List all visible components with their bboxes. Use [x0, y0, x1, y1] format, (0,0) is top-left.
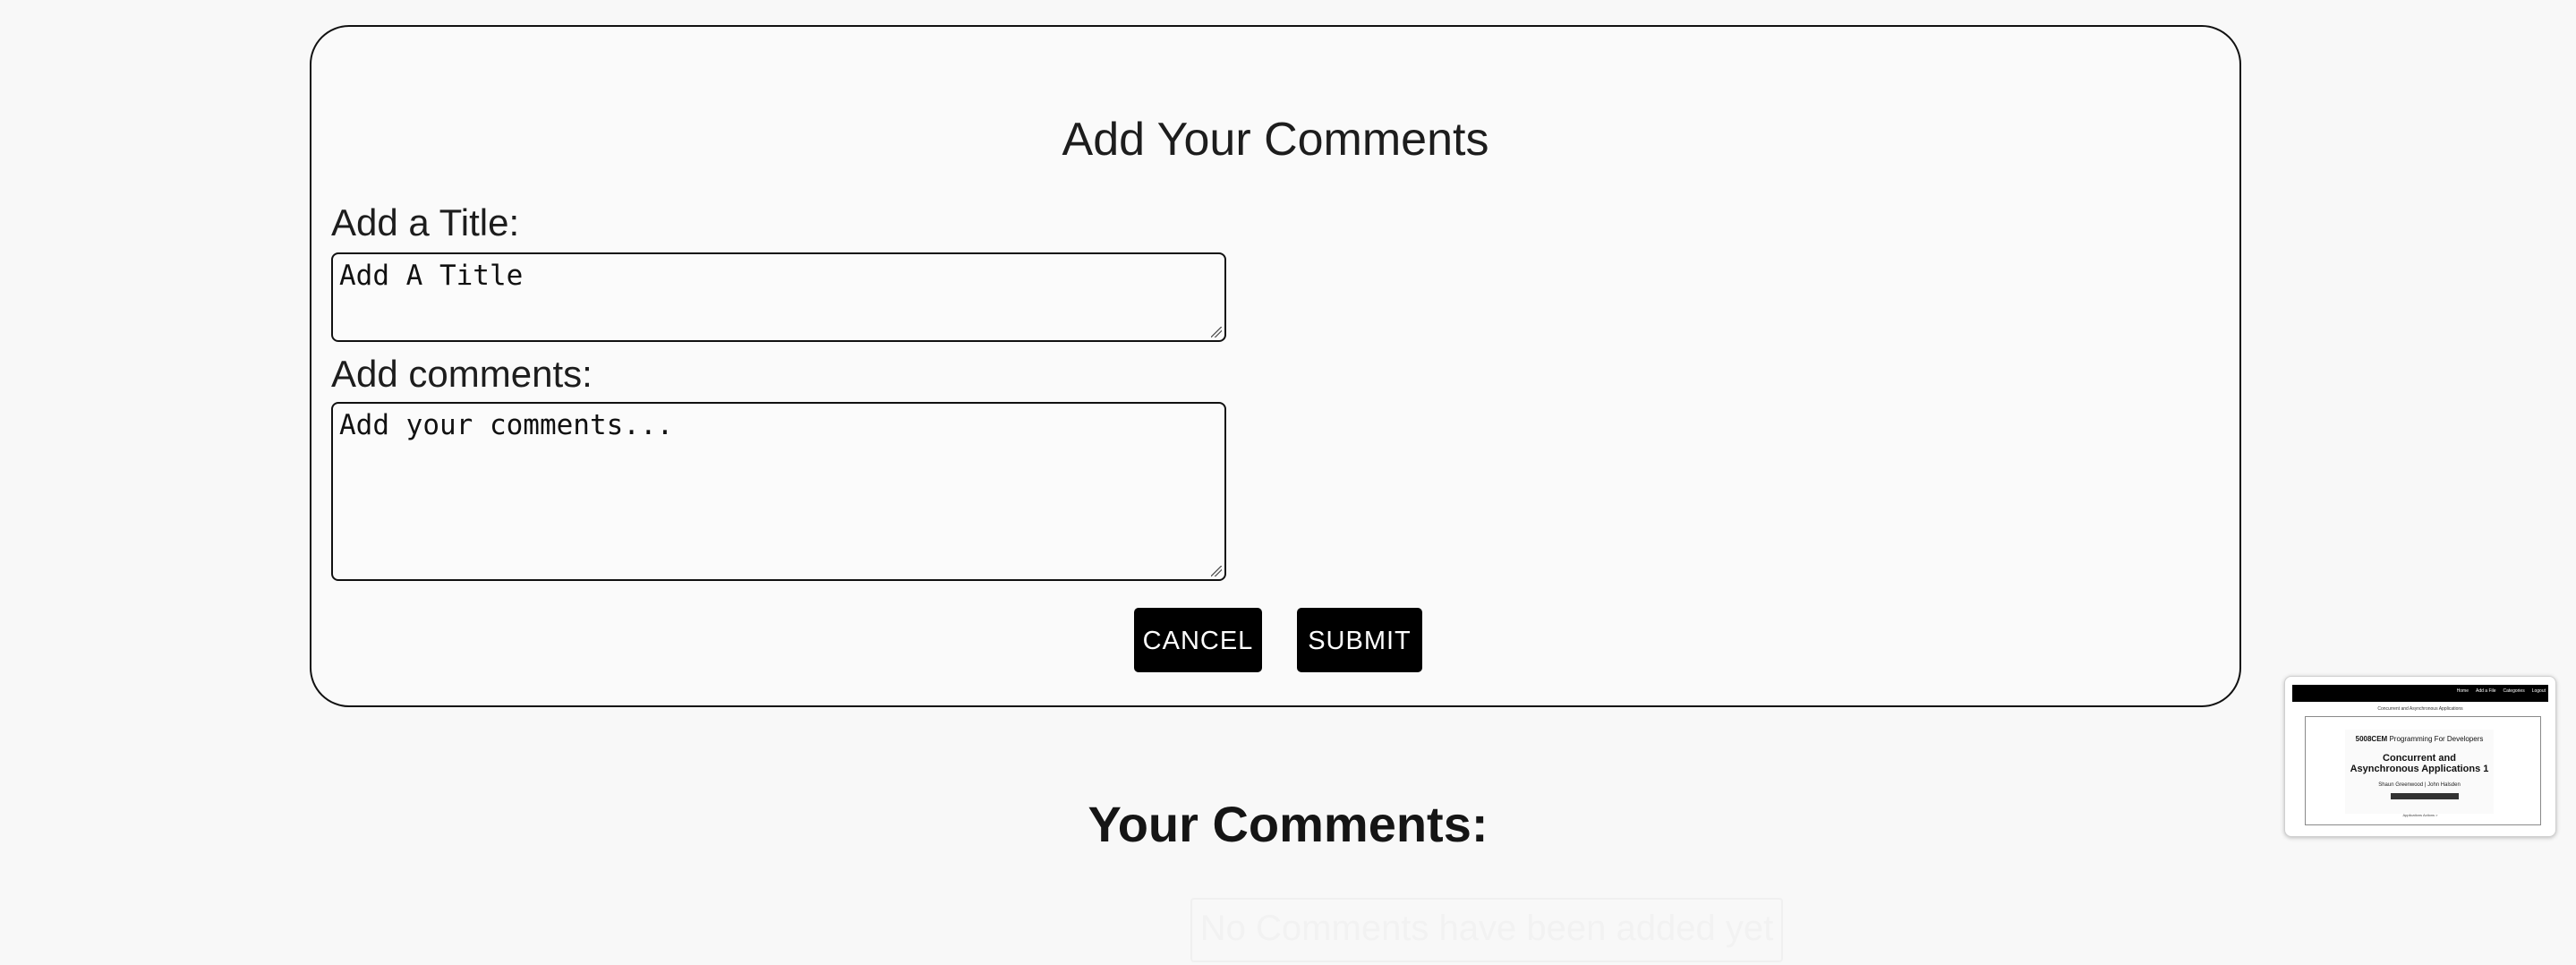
preview-course-code: 5008CEM	[2355, 735, 2388, 743]
preview-subtitle: Concurrent and Asynchronous Applications	[2377, 706, 2463, 712]
preview-document: 5008CEM Programming For Developers Concu…	[2345, 730, 2494, 814]
preview-heading: Concurrent and Asynchronous Applications…	[2345, 753, 2494, 774]
title-textarea[interactable]: Add A Title	[331, 252, 1226, 342]
preview-nav-add-file: Add a File	[2476, 688, 2496, 694]
preview-course-name: Programming For Developers	[2389, 735, 2484, 743]
preview-navigation-bar: Home Add a File Categories Logout	[2292, 685, 2548, 702]
title-label: Add a Title:	[331, 201, 520, 243]
cancel-button[interactable]: CANCEL	[1134, 608, 1262, 672]
add-comment-form: Add Your Comments Add a Title: Add A Tit…	[310, 25, 2241, 707]
comments-textarea[interactable]: Add your comments...	[331, 402, 1226, 581]
comments-page: Add Your Comments Add a Title: Add A Tit…	[0, 0, 2576, 965]
form-title: Add Your Comments	[1062, 114, 1489, 166]
submit-button[interactable]: SUBMIT	[1297, 608, 1422, 672]
page-preview-thumbnail[interactable]: Home Add a File Categories Logout Concur…	[2284, 676, 2556, 837]
preview-progress-bar	[2391, 793, 2459, 799]
preview-bottom-link: Applications Actions >	[2402, 813, 2438, 817]
preview-nav-links: Home Add a File Categories Logout	[2457, 689, 2546, 694]
comments-label: Add comments:	[331, 353, 593, 395]
preview-nav-categories: Categories	[2503, 688, 2525, 694]
preview-heading-line-1: Concurrent and	[2383, 753, 2456, 764]
preview-nav-logout: Logout	[2531, 688, 2546, 694]
preview-heading-line-2: Asynchronous Applications 1	[2350, 764, 2489, 774]
comments-section-title: Your Comments:	[1088, 796, 1488, 853]
preview-course: 5008CEM Programming For Developers	[2345, 735, 2494, 743]
preview-nav-home: Home	[2456, 688, 2469, 694]
empty-comments-message: No Comments have been added yet	[1190, 898, 1783, 962]
preview-authors: Shaun Greenwood | John Halsden	[2378, 782, 2461, 788]
